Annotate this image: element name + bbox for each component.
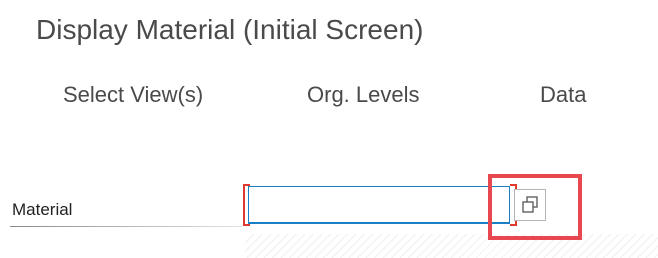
material-field-wrapper [243, 183, 517, 231]
select-views-button[interactable]: Select View(s) [63, 78, 203, 112]
material-label: Material [12, 200, 73, 219]
org-levels-button[interactable]: Org. Levels [307, 78, 420, 112]
label-divider [10, 226, 242, 227]
material-input[interactable] [248, 186, 510, 224]
page-title: Display Material (Initial Screen) [36, 14, 424, 45]
value-help-button[interactable] [514, 189, 546, 221]
value-help-icon [515, 190, 545, 220]
hatched-background [245, 234, 658, 258]
data-button[interactable]: Data [540, 78, 586, 112]
